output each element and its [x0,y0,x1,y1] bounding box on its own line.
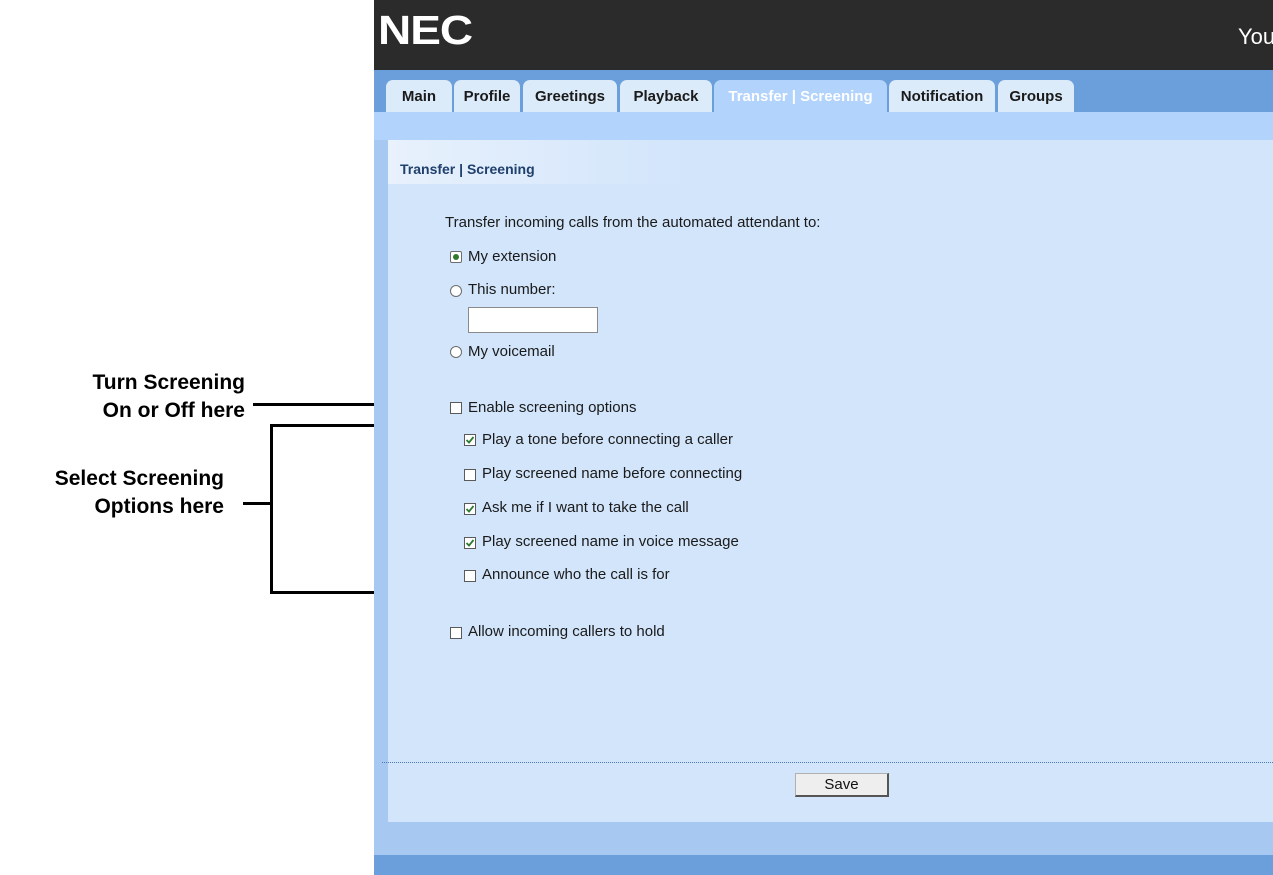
enable-screening-checkbox[interactable] [450,402,462,414]
this-number-input[interactable] [468,307,598,333]
transfer-prompt: Transfer incoming calls from the automat… [445,214,821,231]
radio-this-number[interactable] [450,285,462,297]
radio-my-extension[interactable] [450,251,462,263]
tab-greetings[interactable]: Greetings [523,80,617,112]
radio-my-voicemail-label[interactable]: My voicemail [468,343,555,360]
option-ask-me-checkbox[interactable] [464,503,476,515]
allow-hold-checkbox[interactable] [450,627,462,639]
tab-playback[interactable]: Playback [620,80,712,112]
nec-logo: NEC [378,6,473,53]
allow-hold-label[interactable]: Allow incoming callers to hold [468,623,665,640]
option-ask-me-label[interactable]: Ask me if I want to take the call [482,499,689,516]
tab-main[interactable]: Main [386,80,452,112]
panel-title: Transfer | Screening [400,161,535,177]
user-greeting: You [1238,24,1273,49]
bottom-strip [374,855,1273,875]
option-play-tone-label[interactable]: Play a tone before connecting a caller [482,431,733,448]
header-bar: NEC [374,0,1273,70]
tab-notification[interactable]: Notification [889,80,995,112]
screening-toggle-callout-line1: Turn Screening [92,371,245,394]
tab-profile[interactable]: Profile [454,80,520,112]
content-band [374,112,1273,140]
tab-groups[interactable]: Groups [998,80,1074,112]
footer-divider [382,762,1273,763]
option-play-name-before-checkbox[interactable] [464,469,476,481]
screening-options-callout-line1: Select Screening [54,467,224,490]
radio-my-extension-label[interactable]: My extension [468,248,556,265]
option-announce-label[interactable]: Announce who the call is for [482,566,670,583]
screening-toggle-callout: Turn Screening On or Off here [0,369,245,425]
tab-transfer-screening[interactable]: Transfer | Screening [714,80,887,112]
panel-header: Transfer | Screening [388,140,688,184]
option-play-name-message-checkbox[interactable] [464,537,476,549]
option-play-name-message-label[interactable]: Play screened name in voice message [482,533,739,550]
radio-my-voicemail[interactable] [450,346,462,358]
option-play-name-before-label[interactable]: Play screened name before connecting [482,465,742,482]
screening-toggle-callout-line2: On or Off here [102,399,245,422]
screening-options-bracket-vertical [270,424,273,594]
screening-options-callout-line2: Options here [94,495,224,518]
option-play-tone-checkbox[interactable] [464,434,476,446]
save-button[interactable]: Save [795,773,889,797]
enable-screening-label[interactable]: Enable screening options [468,399,636,416]
settings-panel: Transfer | Screening Transfer incoming c… [388,140,1273,822]
option-announce-checkbox[interactable] [464,570,476,582]
screening-options-pointer-tick [243,502,271,505]
app-window: NEC You Main Profile Greetings Playback … [374,0,1273,875]
screening-options-callout: Select Screening Options here [0,465,224,521]
radio-this-number-label[interactable]: This number: [468,281,556,298]
